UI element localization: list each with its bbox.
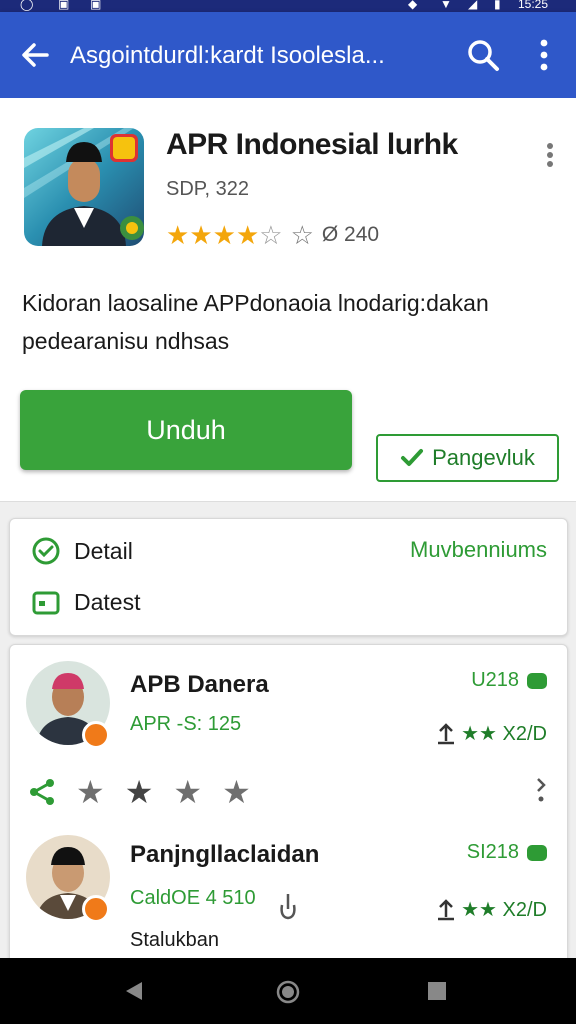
review-code[interactable]: U218 bbox=[471, 669, 547, 692]
more-options-icon[interactable] bbox=[530, 38, 558, 72]
back-arrow-icon[interactable] bbox=[20, 40, 50, 70]
chat-icon bbox=[527, 844, 547, 861]
review-author: Panjngllaclaidan bbox=[130, 841, 320, 868]
review-code[interactable]: SI218 bbox=[467, 841, 547, 864]
app-description: Kidoran laosaline APPdonaoia lnodarig:da… bbox=[22, 290, 489, 354]
share-icon[interactable] bbox=[28, 778, 56, 806]
secondary-button[interactable]: Pangevluk bbox=[376, 434, 559, 482]
detail-item[interactable]: Datest bbox=[32, 589, 140, 616]
app-bar: Asgointdurdl:kardt Isoolesla... bbox=[0, 12, 576, 98]
details-link[interactable]: Muvbenniums bbox=[410, 537, 547, 563]
calendar-icon bbox=[32, 591, 60, 614]
share-up-icon bbox=[438, 898, 455, 920]
review-actions[interactable]: ★★ X2/D bbox=[435, 897, 547, 922]
nav-recents-icon[interactable] bbox=[428, 982, 446, 1000]
signal-icon: ◢ bbox=[468, 0, 478, 11]
star-icon[interactable]: ★ bbox=[222, 773, 251, 811]
star-outline-icon: ☆ bbox=[290, 220, 314, 250]
review-actions[interactable]: ★★ X2/D bbox=[435, 721, 547, 746]
review-action-row: ★ ★ ★ ★ bbox=[28, 773, 251, 811]
notification-icon: ▣ bbox=[58, 0, 70, 11]
status-bar: ◯ ▣ ▣ ◆ ▼ ◢ ▮ 15:25 bbox=[0, 0, 576, 12]
nav-back-icon[interactable] bbox=[124, 980, 144, 1002]
signal-icon: ▼ bbox=[440, 0, 452, 11]
app-name: APR Indonesial lurhk bbox=[166, 128, 458, 161]
nav-home-icon[interactable] bbox=[276, 980, 300, 1004]
rating-count: Ø 240 bbox=[321, 223, 380, 246]
more-options-icon[interactable] bbox=[535, 775, 547, 803]
search-icon[interactable] bbox=[466, 38, 500, 72]
star-icon: ★ bbox=[166, 220, 190, 250]
detail-item[interactable]: Detail bbox=[32, 537, 133, 565]
rating-row: ★ ★ ★ ★ ☆ ☆ Ø 240 bbox=[166, 222, 379, 248]
review-author: APB Danera bbox=[130, 671, 269, 698]
sync-icon: ◯ bbox=[20, 0, 34, 11]
badge-icon bbox=[82, 895, 110, 923]
notification-icon: ▣ bbox=[90, 0, 102, 11]
wifi-icon: ◆ bbox=[408, 0, 418, 11]
navigation-bar bbox=[0, 958, 576, 1024]
star-icon: ★ bbox=[235, 220, 260, 250]
review-meta: APR -S: 125 bbox=[130, 713, 242, 735]
reviews-card: APB Danera APR -S: 125 U218 ★★ X2/D ★ ★ … bbox=[9, 644, 568, 974]
check-icon bbox=[401, 449, 424, 466]
battery-icon: ▮ bbox=[494, 0, 501, 11]
check-circle-icon bbox=[32, 537, 60, 565]
chat-icon bbox=[527, 672, 547, 689]
star-outline-icon: ☆ bbox=[259, 220, 283, 250]
clock: 15:25 bbox=[518, 0, 549, 11]
badge-icon bbox=[82, 721, 110, 749]
star-icon[interactable]: ★ bbox=[125, 773, 154, 811]
page-title: Asgointdurdl:kardt Isoolesla... bbox=[70, 42, 385, 69]
detail-label: Detail bbox=[74, 537, 133, 564]
star-icon[interactable]: ★ bbox=[173, 773, 202, 811]
app-meta: SDP, 322 bbox=[166, 178, 250, 200]
review-text: Stalukban bbox=[130, 929, 219, 951]
share-up-icon bbox=[438, 722, 455, 744]
review-meta: CaldOE 4 510 bbox=[130, 887, 256, 909]
more-options-icon[interactable] bbox=[540, 140, 560, 170]
details-card: Detail Datest Muvbenniums bbox=[9, 518, 568, 636]
secondary-button-label: Pangevluk bbox=[432, 445, 535, 470]
star-icon: ★ bbox=[189, 220, 213, 250]
star-icon[interactable]: ★ bbox=[76, 773, 105, 811]
install-button[interactable]: Unduh bbox=[20, 390, 352, 470]
detail-label: Datest bbox=[74, 589, 141, 615]
app-icon bbox=[24, 128, 144, 246]
star-icon: ★ bbox=[212, 220, 236, 250]
touch-icon[interactable] bbox=[276, 891, 300, 921]
app-header: APR Indonesial lurhk SDP, 322 ★ ★ ★ ★ ☆ … bbox=[0, 98, 576, 502]
